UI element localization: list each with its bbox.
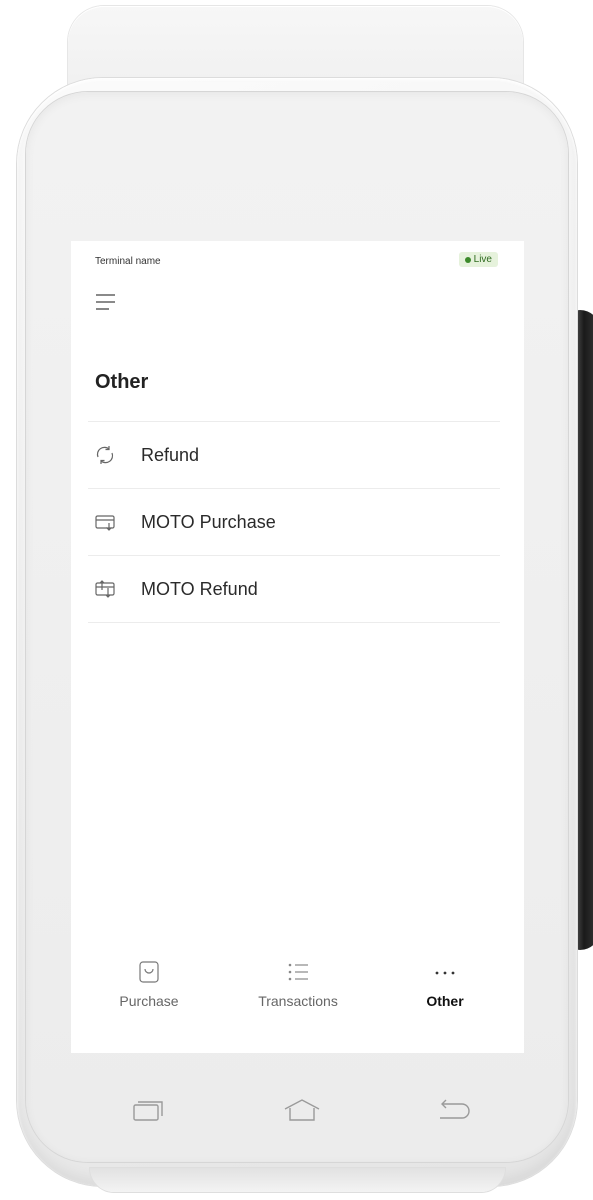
device-stage: Terminal name Live Other Refund MOTO Pur… [0, 0, 593, 1200]
list-icon [233, 959, 363, 985]
more-dots-icon [380, 959, 510, 985]
hamburger-menu-button[interactable] [95, 292, 119, 314]
live-status-label: Live [473, 254, 492, 265]
menu-item-moto-refund[interactable]: MOTO Refund [88, 556, 500, 623]
back-button[interactable] [434, 1094, 474, 1126]
home-button[interactable] [282, 1094, 322, 1126]
card-refund-icon [94, 578, 116, 600]
nav-tab-transactions[interactable]: Transactions [233, 959, 363, 1023]
nav-tab-label: Other [426, 993, 464, 1009]
nav-tab-other[interactable]: Other [380, 959, 510, 1023]
device-bottom-lip [90, 1168, 505, 1192]
back-arrow-icon [440, 1099, 470, 1119]
shopping-bag-icon [84, 959, 214, 985]
menu-item-label: MOTO Refund [141, 578, 258, 599]
card-purchase-icon [94, 511, 116, 533]
live-status-badge: Live [458, 252, 498, 267]
other-options-list: Refund MOTO Purchase MOTO Refund [88, 421, 500, 623]
app-screen: Terminal name Live Other Refund MOTO Pur… [71, 241, 524, 1053]
nav-tab-label: Purchase [119, 993, 179, 1009]
menu-item-label: Refund [141, 444, 200, 465]
nav-tab-purchase[interactable]: Purchase [84, 959, 214, 1023]
terminal-name-label: Terminal name [95, 256, 161, 267]
live-dot-icon [464, 256, 471, 263]
bottom-navigation: Purchase Transactions Other [71, 959, 524, 1023]
recent-apps-button[interactable] [128, 1094, 168, 1126]
recent-apps-icon [133, 1101, 163, 1121]
menu-item-label: MOTO Purchase [141, 511, 276, 532]
menu-item-moto-purchase[interactable]: MOTO Purchase [88, 489, 500, 556]
nav-tab-label: Transactions [258, 993, 338, 1009]
home-icon [284, 1099, 320, 1121]
menu-item-refund[interactable]: Refund [88, 422, 500, 489]
page-title: Other [95, 371, 149, 393]
hamburger-menu-icon [96, 294, 115, 310]
refund-cycle-icon [94, 444, 116, 466]
